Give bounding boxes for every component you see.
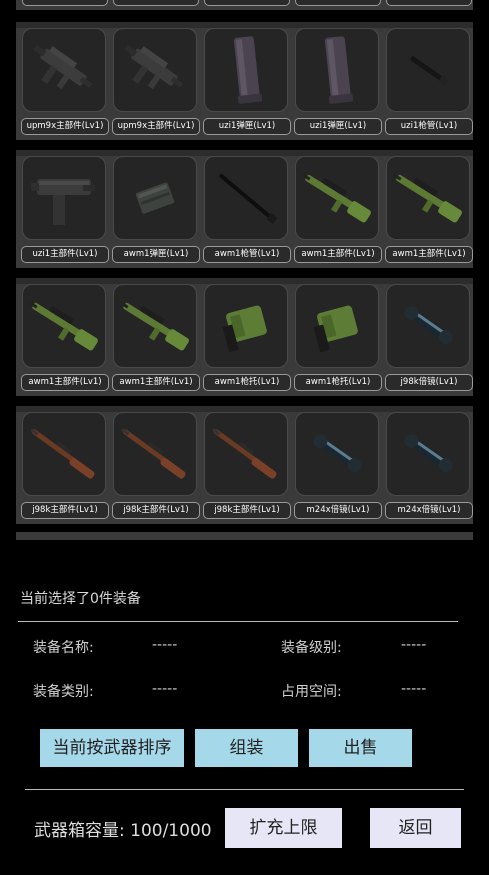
sort-button[interactable]: 当前按武器排序 xyxy=(40,729,184,767)
scope-icon xyxy=(295,412,379,496)
inventory-item[interactable]: uzi1主部件(Lv1) xyxy=(21,156,109,263)
inventory-item[interactable]: j98k倍镜(Lv1) xyxy=(385,284,473,391)
item-label: upm9x主部件(Lv1) xyxy=(112,118,200,135)
item-label: j98k主部件(Lv1) xyxy=(112,502,200,519)
equip-type-label: 装备类别: xyxy=(33,684,94,700)
scope-icon xyxy=(386,284,470,368)
equip-type-value: ----- xyxy=(152,681,178,697)
inventory-item[interactable]: awm1弹匣(Lv1) xyxy=(112,156,200,263)
scope-icon xyxy=(386,412,470,496)
item-label: awm1弹匣(Lv1) xyxy=(112,246,200,263)
inventory-row: uzi1主部件(Lv1) awm1弹匣(Lv1) awm1枪管(Lv1) awm1主部… xyxy=(16,150,473,268)
item-label: m24x倍镜(Lv1) xyxy=(294,502,382,519)
inventory-row-partial xyxy=(16,532,473,540)
magazine-box-icon xyxy=(113,156,197,240)
inventory-item[interactable]: awm1主部件(Lv1) xyxy=(21,284,109,391)
smg-upm9x-icon xyxy=(22,28,106,112)
back-button[interactable]: 返回 xyxy=(370,808,461,848)
inventory-item[interactable]: j98k主部件(Lv1) xyxy=(203,412,291,519)
inventory-item[interactable]: awm1主部件(Lv1) xyxy=(385,156,473,263)
expand-button[interactable]: 扩充上限 xyxy=(225,808,342,848)
item-label: awm1枪托(Lv1) xyxy=(294,374,382,391)
inventory-item[interactable]: j98k主部件(Lv1) xyxy=(21,412,109,519)
inventory-row: j98k主部件(Lv1) j98k主部件(Lv1) j98k主部件(Lv1) m24x… xyxy=(16,406,473,524)
inventory-item[interactable]: upm9x主部件(Lv1) xyxy=(21,28,109,135)
item-label: awm1枪管(Lv1) xyxy=(203,246,291,263)
equip-name-value: ----- xyxy=(152,637,178,653)
inventory-item[interactable]: uzi1弹匣(Lv1) xyxy=(294,28,382,135)
rifle-kar98k-icon xyxy=(204,412,288,496)
inventory-item[interactable]: awm1枪托(Lv1) xyxy=(294,284,382,391)
selection-summary: 当前选择了0件装备 xyxy=(20,591,141,607)
equip-space-value: ----- xyxy=(401,681,427,697)
sell-button[interactable]: 出售 xyxy=(309,729,412,767)
inventory-item[interactable]: m24x倍镜(Lv1) xyxy=(294,412,382,519)
divider xyxy=(18,621,458,622)
barrel-long-icon xyxy=(204,156,288,240)
rifle-kar98k-icon xyxy=(22,412,106,496)
stock-icon xyxy=(204,284,288,368)
magazine-long-icon xyxy=(204,28,288,112)
inventory-item[interactable]: awm1主部件(Lv1) xyxy=(112,284,200,391)
capacity-text: 武器箱容量: 100/1000 xyxy=(34,821,212,841)
stock-icon xyxy=(295,284,379,368)
item-label: j98k主部件(Lv1) xyxy=(21,502,109,519)
item-label: uzi1弹匣(Lv1) xyxy=(294,118,382,135)
inventory-item[interactable]: m24x倍镜(Lv1) xyxy=(385,412,473,519)
sniper-awm-icon xyxy=(113,284,197,368)
magazine-long-icon xyxy=(295,28,379,112)
barrel-short-icon xyxy=(386,28,470,112)
inventory-item[interactable]: uzi1枪管(Lv1) xyxy=(385,28,473,135)
sniper-awm-icon xyxy=(386,156,470,240)
smg-upm9x-icon xyxy=(113,28,197,112)
inventory-item[interactable]: uzi1弹匣(Lv1) xyxy=(203,28,291,135)
equip-name-label: 装备名称: xyxy=(33,640,94,656)
item-label: upm9x主部件(Lv1) xyxy=(21,118,109,135)
inventory-grid: upm9x主部件(Lv1) upm9x主部件(Lv1) uzi1弹匣(Lv1) uzi… xyxy=(0,0,489,540)
item-label: j98k倍镜(Lv1) xyxy=(385,374,473,391)
equip-level-value: ----- xyxy=(401,637,427,653)
item-label: uzi1弹匣(Lv1) xyxy=(203,118,291,135)
item-label: awm1主部件(Lv1) xyxy=(112,374,200,391)
item-label: m24x倍镜(Lv1) xyxy=(385,502,473,519)
sniper-awm-icon xyxy=(22,284,106,368)
rifle-kar98k-icon xyxy=(113,412,197,496)
item-label: awm1主部件(Lv1) xyxy=(385,246,473,263)
equip-level-label: 装备级别: xyxy=(281,640,342,656)
divider xyxy=(25,789,464,790)
item-label: uzi1主部件(Lv1) xyxy=(21,246,109,263)
inventory-item[interactable]: j98k主部件(Lv1) xyxy=(112,412,200,519)
smg-uzi-icon xyxy=(22,156,106,240)
item-label: uzi1枪管(Lv1) xyxy=(385,118,473,135)
inventory-item[interactable]: awm1枪管(Lv1) xyxy=(203,156,291,263)
inventory-row: upm9x主部件(Lv1) upm9x主部件(Lv1) uzi1弹匣(Lv1) uzi… xyxy=(16,22,473,140)
item-label: awm1枪托(Lv1) xyxy=(203,374,291,391)
item-label: j98k主部件(Lv1) xyxy=(203,502,291,519)
equip-space-label: 占用空间: xyxy=(281,684,342,700)
inventory-item[interactable]: upm9x主部件(Lv1) xyxy=(112,28,200,135)
inventory-row: awm1主部件(Lv1) awm1主部件(Lv1) awm1枪托(Lv1) awm1枪… xyxy=(16,278,473,396)
item-label: awm1主部件(Lv1) xyxy=(21,374,109,391)
inventory-row-partial xyxy=(16,0,473,10)
item-label: awm1主部件(Lv1) xyxy=(294,246,382,263)
inventory-item[interactable]: awm1枪托(Lv1) xyxy=(203,284,291,391)
assemble-button[interactable]: 组装 xyxy=(195,729,298,767)
sniper-awm-icon xyxy=(295,156,379,240)
inventory-item[interactable]: awm1主部件(Lv1) xyxy=(294,156,382,263)
